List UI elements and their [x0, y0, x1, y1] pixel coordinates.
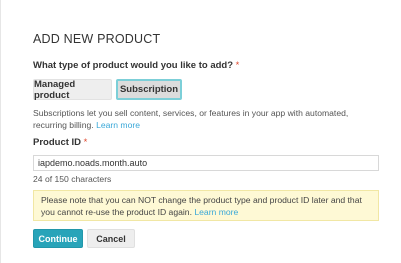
character-count: 24 of 150 characters	[33, 174, 112, 184]
product-id-label: Product ID *	[33, 137, 87, 148]
add-product-dialog: ADD NEW PRODUCT What type of product wou…	[0, 0, 401, 263]
learn-more-link[interactable]: Learn more	[96, 120, 140, 130]
subscription-description-text: Subscriptions let you sell content, serv…	[33, 108, 349, 130]
product-type-question: What type of product would you like to a…	[33, 60, 239, 71]
product-type-question-text: What type of product would you like to a…	[33, 60, 234, 71]
cancel-button[interactable]: Cancel	[87, 229, 135, 248]
product-id-input[interactable]	[33, 155, 379, 171]
product-id-label-text: Product ID	[33, 137, 82, 148]
subscription-button[interactable]: Subscription	[116, 79, 182, 100]
required-marker: *	[235, 60, 240, 71]
panel-divider	[0, 0, 1, 263]
dialog-title: ADD NEW PRODUCT	[33, 32, 161, 46]
managed-product-button[interactable]: Managed product	[33, 79, 112, 101]
subscription-description: Subscriptions let you sell content, serv…	[33, 107, 373, 131]
continue-button[interactable]: Continue	[33, 229, 83, 248]
required-marker: *	[83, 137, 88, 148]
notice-learn-more-link[interactable]: Learn more	[194, 207, 238, 217]
warning-notice: Please note that you can NOT change the …	[33, 190, 379, 221]
